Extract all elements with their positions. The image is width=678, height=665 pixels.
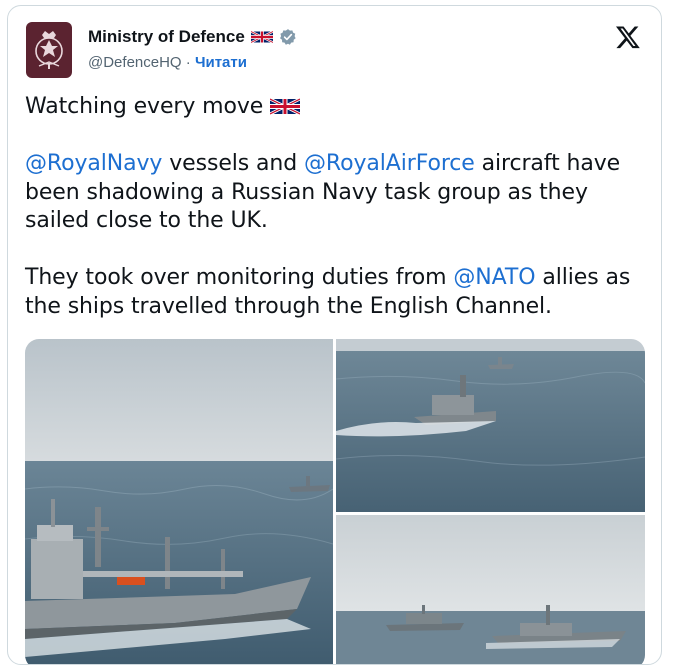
para2-text-1: vessels and xyxy=(162,151,305,176)
verified-badge-icon xyxy=(279,29,296,45)
tweet-line-1-text: Watching every move xyxy=(25,94,264,119)
tweet-paragraph-2: @RoyalNavy vessels and @RoyalAirForce ai… xyxy=(25,150,650,236)
separator-dot: · xyxy=(185,54,191,71)
mod-crest-icon xyxy=(35,31,63,69)
account-name[interactable]: Ministry of Defence xyxy=(88,27,245,47)
account-handle[interactable]: @DefenceHQ xyxy=(88,54,182,71)
handle-row: @DefenceHQ · Читати xyxy=(88,54,247,71)
mention-royalnavy[interactable]: @RoyalNavy xyxy=(25,151,162,176)
tweet-line-1: Watching every move xyxy=(25,93,650,122)
para3-text-1: They took over monitoring duties from xyxy=(25,265,454,290)
account-name-row[interactable]: Ministry of Defence xyxy=(88,27,297,47)
ship-photo-2[interactable] xyxy=(336,339,645,512)
x-logo-icon[interactable] xyxy=(615,24,641,50)
uk-flag-emoji-icon xyxy=(270,97,301,116)
tweet-paragraph-3: They took over monitoring duties from @N… xyxy=(25,264,650,321)
tweet-text: Watching every move @RoyalNavy vessels a… xyxy=(25,93,650,321)
follow-button[interactable]: Читати xyxy=(195,54,247,71)
account-avatar[interactable] xyxy=(26,22,72,78)
ship-photo-3[interactable] xyxy=(336,515,645,664)
tweet-card[interactable]: Ministry of Defence @DefenceHQ · Читати … xyxy=(7,5,662,665)
ship-photo-1[interactable] xyxy=(25,339,333,664)
media-grid xyxy=(25,339,645,664)
mention-nato[interactable]: @NATO xyxy=(453,265,535,290)
mention-royalairforce[interactable]: @RoyalAirForce xyxy=(304,151,475,176)
uk-flag-icon xyxy=(250,30,273,44)
